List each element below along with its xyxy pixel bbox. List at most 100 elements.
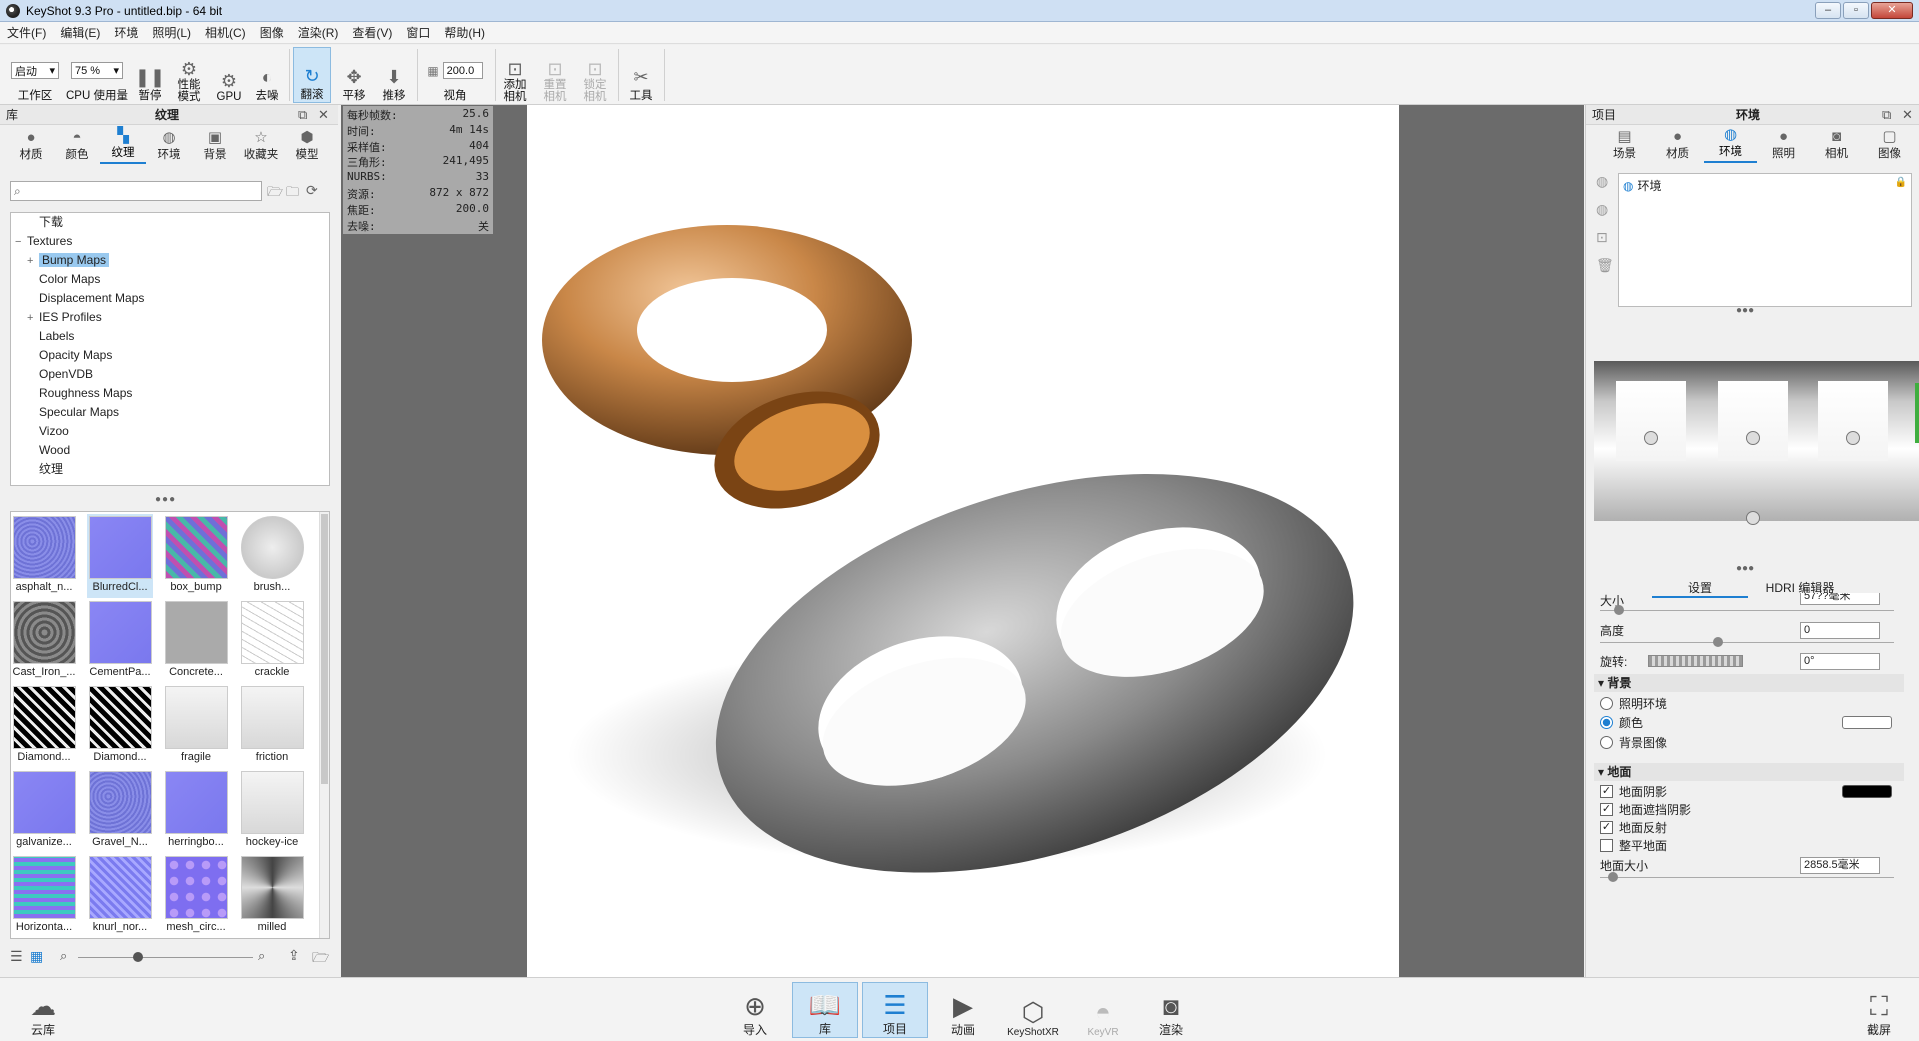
ground-size-field[interactable]: 2858.5毫米: [1800, 856, 1880, 874]
menu-help[interactable]: 帮助(H): [437, 24, 492, 41]
checkbox-ground-occlusion[interactable]: ✓: [1600, 802, 1613, 816]
tree-item[interactable]: Wood: [11, 441, 329, 460]
minimize-button[interactable]: –: [1815, 2, 1841, 19]
add-camera-button[interactable]: ⊡ 添加 相机: [498, 47, 532, 103]
add-folder-icon[interactable]: 🗀: [286, 183, 299, 205]
tab-materials[interactable]: ● 材质: [8, 128, 54, 164]
texture-thumbnail[interactable]: box_bump: [163, 514, 229, 598]
screenshot-button[interactable]: ⛶ 截屏: [1846, 982, 1912, 1038]
close-panel-icon[interactable]: ✕: [318, 107, 329, 123]
keyvr-button[interactable]: ◓ KeyVR: [1070, 982, 1136, 1038]
lock-camera-button[interactable]: ⊡ 锁定 相机: [578, 47, 612, 103]
size-field[interactable]: 57??毫米: [1800, 593, 1880, 605]
texture-thumbnail[interactable]: asphalt_n...: [11, 514, 77, 598]
texture-thumbnail[interactable]: milled: [239, 854, 305, 938]
menu-view[interactable]: 查看(V): [345, 24, 399, 41]
tab-colors[interactable]: ◓ 颜色: [54, 128, 100, 164]
height-field[interactable]: 0: [1800, 621, 1880, 639]
lock-icon[interactable]: 🔒: [1895, 177, 1907, 188]
ground-section-header[interactable]: ▾ 地面: [1594, 763, 1904, 781]
denoise-button[interactable]: ◐ 去噪: [250, 47, 284, 103]
expander-icon[interactable]: −: [15, 233, 27, 252]
float-panel-icon[interactable]: ⧉: [298, 107, 307, 123]
import-folder-icon[interactable]: 🗁: [312, 947, 329, 971]
render-canvas[interactable]: [527, 105, 1399, 977]
radio-backplate[interactable]: [1600, 735, 1613, 749]
project-button[interactable]: ☰ 项目: [862, 982, 928, 1038]
texture-thumbnail[interactable]: CementPa...: [87, 599, 153, 683]
texture-thumbnail[interactable]: brush...: [239, 514, 305, 598]
texture-thumbnail[interactable]: knurl_nor...: [87, 854, 153, 938]
render-button[interactable]: ◙ 渲染: [1138, 982, 1204, 1038]
texture-thumbnail[interactable]: Diamond...: [11, 684, 77, 768]
ground-occlusion-row[interactable]: ✓ 地面遮挡阴影: [1600, 799, 1900, 819]
menu-image[interactable]: 图像: [253, 24, 291, 41]
tree-item[interactable]: OpenVDB: [11, 365, 329, 384]
menu-camera[interactable]: 相机(C): [198, 24, 253, 41]
splitter-handle[interactable]: ●●●: [1736, 305, 1754, 316]
tree-item[interactable]: Specular Maps: [11, 403, 329, 422]
performance-mode-button[interactable]: ⚙ 性能 模式: [172, 47, 206, 103]
light-pin-handle[interactable]: [1644, 431, 1658, 445]
rotation-dial[interactable]: [1648, 655, 1743, 667]
menu-edit[interactable]: 编辑(E): [53, 24, 107, 41]
tree-item[interactable]: + Bump Maps: [11, 251, 329, 270]
checkbox-ground-shadows[interactable]: ✓: [1600, 784, 1613, 798]
pause-button[interactable]: ❚❚ 暂停: [134, 47, 166, 103]
pan-button[interactable]: ✥ 平移: [336, 47, 372, 103]
menu-environment[interactable]: 环境: [107, 24, 145, 41]
texture-thumbnail[interactable]: Cast_Iron_...: [11, 599, 77, 683]
radio-lighting-environment[interactable]: [1600, 696, 1613, 710]
grid-scrollbar[interactable]: [319, 512, 329, 938]
background-section-header[interactable]: ▾ 背景: [1594, 674, 1904, 692]
tab-image[interactable]: ▢ 图像: [1863, 127, 1916, 163]
radio-color[interactable]: [1600, 715, 1613, 729]
texture-thumbnail[interactable]: Gravel_N...: [87, 769, 153, 853]
texture-thumbnail[interactable]: hockey-ice: [239, 769, 305, 853]
library-button[interactable]: 📖 库: [792, 982, 858, 1038]
expander-icon[interactable]: +: [27, 309, 39, 328]
environment-list-item[interactable]: ◍ 环境: [1623, 177, 1662, 194]
checkbox-flatten-ground[interactable]: [1600, 838, 1613, 852]
splitter-handle[interactable]: ●●●: [1736, 563, 1754, 574]
reset-camera-button[interactable]: ⊡ 重置 相机: [538, 47, 572, 103]
texture-thumbnail[interactable]: Concrete...: [163, 599, 229, 683]
close-button[interactable]: ✕: [1871, 2, 1913, 19]
tree-item[interactable]: − Textures: [11, 232, 329, 251]
menu-window[interactable]: 窗口: [399, 24, 437, 41]
tab-backplates[interactable]: ▣ 背景: [192, 128, 238, 164]
scroll-indicator[interactable]: [1915, 383, 1919, 443]
tab-textures[interactable]: ▚ 纹理: [100, 128, 146, 164]
tumble-button[interactable]: ↻ 翻滚: [293, 47, 331, 103]
rotation-field[interactable]: 0°: [1800, 652, 1880, 670]
add-environment-icon[interactable]: ◍: [1596, 173, 1608, 190]
ground-reflections-row[interactable]: ✓ 地面反射: [1600, 817, 1900, 837]
float-panel-icon[interactable]: ⧉: [1882, 107, 1891, 123]
expander-icon[interactable]: +: [27, 252, 39, 271]
bg-option-lighting[interactable]: 照明环境: [1600, 693, 1900, 713]
texture-thumbnail[interactable]: BlurredCl...: [87, 514, 153, 598]
cpu-usage-select[interactable]: 75 % ▾: [71, 62, 123, 79]
tree-item[interactable]: Roughness Maps: [11, 384, 329, 403]
bg-option-backplate[interactable]: 背景图像: [1600, 732, 1900, 752]
gpu-button[interactable]: ⚙ GPU: [212, 47, 246, 103]
slider-knob[interactable]: [133, 952, 143, 962]
tab-material[interactable]: ● 材质: [1651, 127, 1704, 163]
library-search-input[interactable]: ⌕: [10, 181, 262, 201]
tab-models[interactable]: ⬢ 模型: [284, 128, 330, 164]
hdri-preview[interactable]: [1594, 361, 1919, 525]
tree-item[interactable]: 下载: [11, 213, 329, 232]
tools-button[interactable]: ✂ 工具: [624, 47, 658, 103]
tab-environment[interactable]: ◍ 环境: [1704, 127, 1757, 163]
bg-option-color[interactable]: 颜色: [1600, 712, 1900, 732]
menu-render[interactable]: 渲染(R): [291, 24, 346, 41]
grid-scrollbar-thumb[interactable]: [321, 514, 328, 784]
refresh-icon[interactable]: ⟳: [306, 182, 318, 199]
tree-item[interactable]: Labels: [11, 327, 329, 346]
light-pin-handle[interactable]: [1746, 511, 1760, 525]
menu-lighting[interactable]: 照明(L): [145, 24, 198, 41]
splitter-handle[interactable]: ●●●: [155, 494, 176, 505]
tree-item[interactable]: 纹理: [11, 460, 329, 479]
menu-file[interactable]: 文件(F): [0, 24, 53, 41]
tree-item[interactable]: + IES Profiles: [11, 308, 329, 327]
